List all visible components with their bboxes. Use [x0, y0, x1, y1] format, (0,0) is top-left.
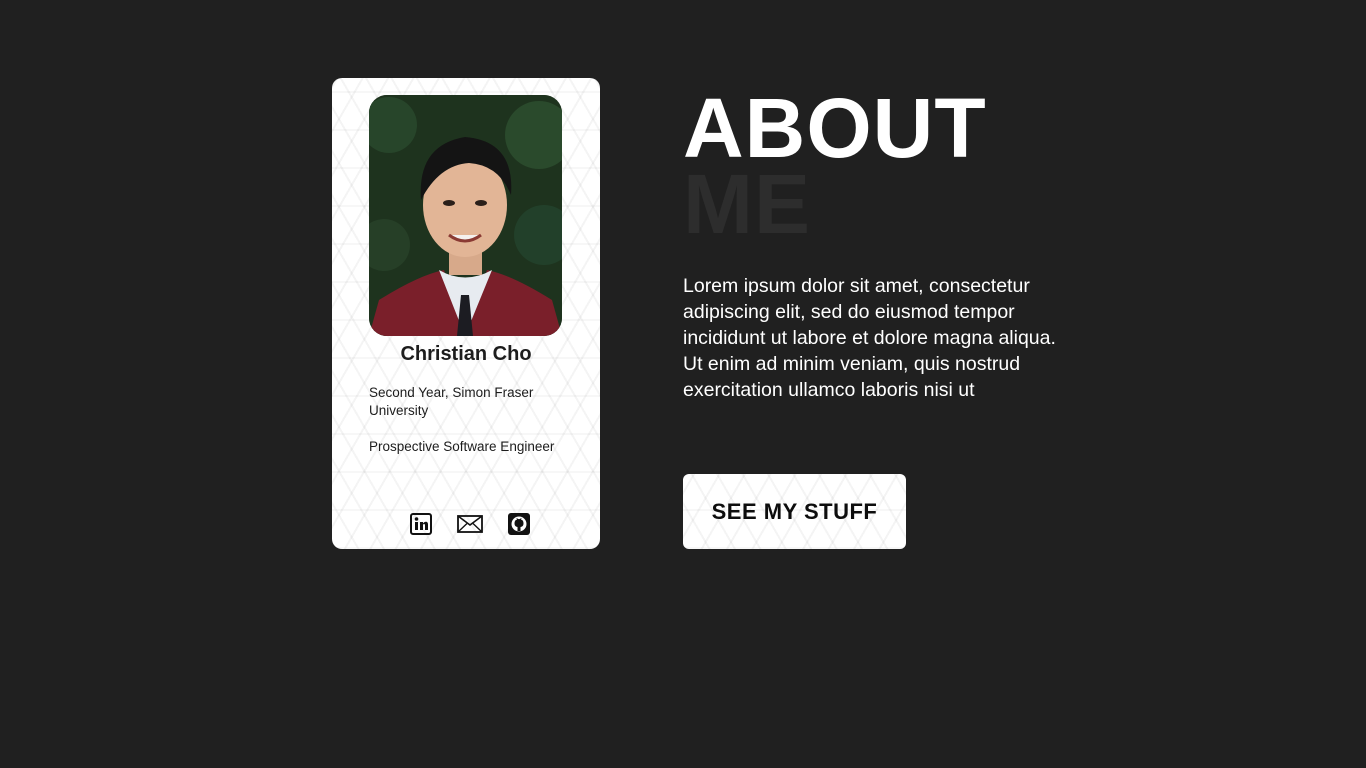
- profile-photo: [369, 95, 562, 336]
- profile-role: Prospective Software Engineer: [369, 439, 555, 454]
- social-links: [332, 511, 600, 537]
- mail-icon[interactable]: [457, 511, 483, 537]
- see-my-stuff-button[interactable]: SEE MY STUFF: [683, 474, 906, 549]
- heading-me: ME: [683, 157, 811, 251]
- profile-subtitle: Second Year, Simon Fraser University: [369, 385, 534, 418]
- profile-name: Christian Cho: [400, 343, 532, 365]
- linkedin-icon[interactable]: [409, 511, 433, 537]
- bio-text: Lorem ipsum dolor sit amet, consectetur …: [683, 275, 1056, 401]
- about-page: Christian Cho Second Year, Simon Fraser …: [0, 0, 1366, 768]
- github-icon[interactable]: [507, 511, 531, 537]
- profile-card: Christian Cho Second Year, Simon Fraser …: [332, 78, 600, 549]
